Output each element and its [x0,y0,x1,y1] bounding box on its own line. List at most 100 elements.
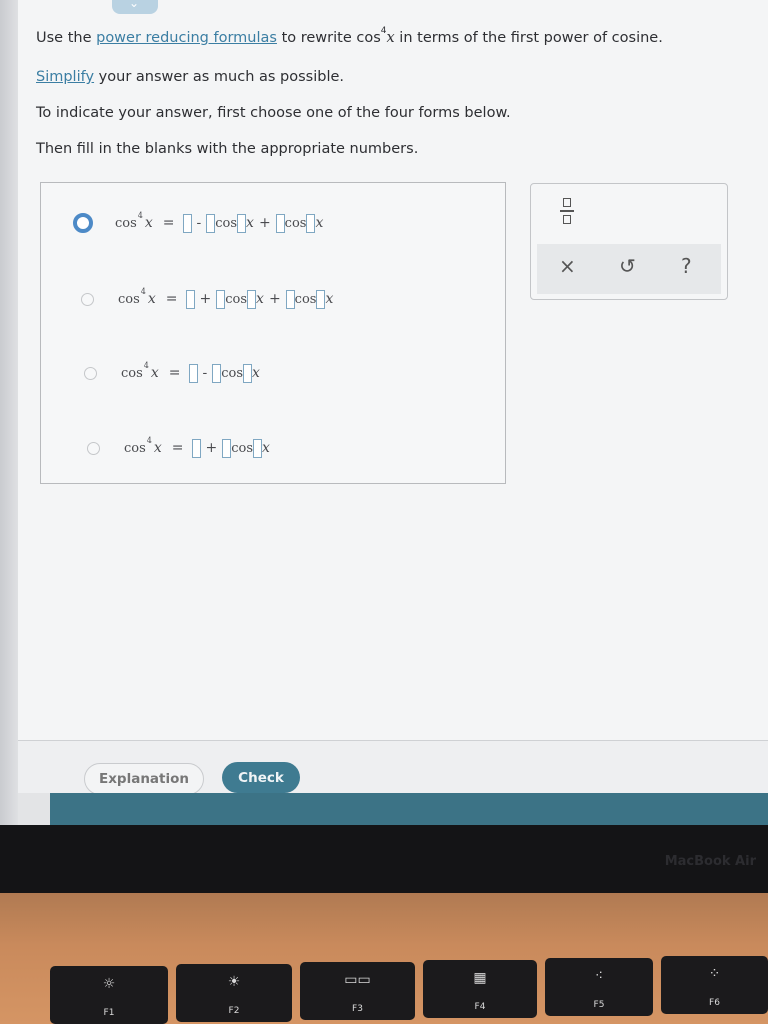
explanation-button[interactable]: Explanation [84,763,204,795]
formula-1: cos 4 x = - cos x + cos x [115,211,324,233]
key-f4[interactable]: ▦ F4 [423,960,537,1018]
cos-label: cos [118,291,140,307]
minus-sign: - [202,365,208,381]
math-toolbox: × ↺ ? [530,183,728,300]
laptop-bezel [0,825,768,900]
cos-label: cos [115,215,137,231]
blank-input[interactable] [212,363,222,383]
check-button[interactable]: Check [222,762,300,793]
brightness-up-icon: ☀ [227,974,241,990]
instruction-text: to rewrite cos [276,30,381,46]
cos-label: cos [294,291,317,307]
cos-label: cos [231,440,254,456]
key-label: F6 [709,998,720,1008]
key-f1[interactable]: ☼ F1 [50,966,168,1024]
fraction-denominator-icon [563,214,571,224]
blank-input[interactable] [306,213,316,233]
radio-choice-2[interactable] [81,292,94,306]
tool-strip: × ↺ ? [537,244,721,294]
blank-input[interactable] [191,438,201,458]
bottom-band [50,793,768,825]
instruction-text: your answer as much as possible. [94,69,345,85]
blank-input[interactable] [185,289,195,309]
instruction-line-1: Use the power reducing formulas to rewri… [36,26,663,46]
blank-input[interactable] [316,289,326,309]
equals-sign: = [165,291,178,307]
blank-input[interactable] [182,213,192,233]
variable: x [262,440,270,456]
blank-input[interactable] [237,213,247,233]
brightness-down-icon: ☼ [102,976,116,992]
blank-input[interactable] [253,438,263,458]
radio-choice-3[interactable] [84,366,97,380]
variable: x [147,291,156,307]
key-f2[interactable]: ☀ F2 [176,964,292,1022]
cos-label: cos [225,291,248,307]
variable: x [252,365,260,381]
blank-input[interactable] [206,213,216,233]
keyboard-light-down-icon: ⁖ [594,968,604,984]
key-f5[interactable]: ⁖ F5 [545,958,653,1016]
blank-input[interactable] [188,363,198,383]
exponent: 4 [143,360,149,370]
clear-icon[interactable]: × [559,254,576,278]
blank-input[interactable] [243,363,253,383]
browser-screen: ⌄ Use the power reducing formulas to rew… [0,0,768,825]
equals-sign: = [171,440,184,456]
choice-row-4[interactable]: cos 4 x = + cos x [87,433,270,463]
radio-choice-4[interactable] [87,441,100,455]
key-label: F4 [474,1002,486,1012]
page-edge [0,0,18,825]
collapse-tab[interactable]: ⌄ [112,0,158,14]
key-f3[interactable]: ▭▭ F3 [300,962,415,1020]
instruction-line-2: Simplify your answer as much as possible… [36,69,344,85]
instruction-text: in terms of the first power of cosine. [394,30,663,46]
plus-sign: + [268,291,281,307]
power-reducing-formulas-link[interactable]: power reducing formulas [96,30,277,46]
undo-icon[interactable]: ↺ [619,254,636,278]
help-icon[interactable]: ? [681,254,692,278]
choice-row-3[interactable]: cos 4 x = - cos x [84,358,260,388]
exponent: 4 [380,26,387,36]
mission-control-icon: ▭▭ [344,972,371,988]
radio-choice-1[interactable] [73,213,93,233]
exponent: 4 [146,435,152,445]
key-label: F3 [352,1004,363,1014]
key-label: F5 [593,1000,605,1010]
blank-input[interactable] [216,289,226,309]
instruction-line-3: To indicate your answer, first choose on… [36,105,511,121]
cos-label: cos [221,365,244,381]
keyboard-light-up-icon: ⁘ [708,966,721,982]
plus-sign: + [205,440,218,456]
variable: x [315,215,324,231]
equals-sign: = [162,215,175,231]
cos-label: cos [284,215,307,231]
launchpad-icon: ▦ [473,970,487,986]
blank-input[interactable] [222,438,232,458]
choice-row-1[interactable]: cos 4 x = - cos x + cos x [73,208,323,238]
plus-sign: + [199,291,212,307]
cos-label: cos [215,215,238,231]
blank-input[interactable] [275,213,285,233]
variable: x [246,215,254,231]
exponent: 4 [140,286,146,296]
formula-4: cos 4 x = + cos x [124,435,270,458]
choice-row-2[interactable]: cos 4 x = + cos x + cos x [81,284,333,314]
minus-sign: - [196,215,202,231]
fraction-button[interactable] [559,198,575,232]
instruction-line-4: Then fill in the blanks with the appropr… [36,141,419,157]
blank-input[interactable] [247,289,257,309]
formula-2: cos 4 x = + cos x + cos x [118,286,334,309]
key-f6[interactable]: ⁘ F6 [661,956,768,1014]
instruction-text: Use the [36,30,97,46]
variable: x [256,291,264,307]
device-brand-label: MacBook Air [664,854,756,869]
answer-choices-panel: cos 4 x = - cos x + cos x cos 4 x = + cos x + c… [40,182,506,484]
variable: x [325,291,334,307]
cos-label: cos [124,440,146,456]
variable: x [153,440,162,456]
simplify-link[interactable]: Simplify [36,69,94,85]
key-label: F2 [228,1006,240,1016]
blank-input[interactable] [285,289,295,309]
fraction-numerator-icon [563,198,571,207]
